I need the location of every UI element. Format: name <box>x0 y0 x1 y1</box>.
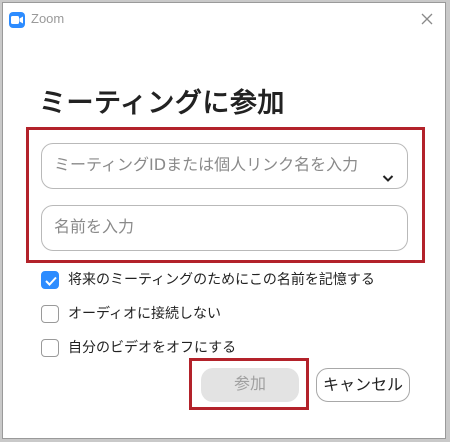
chevron-down-icon[interactable] <box>381 159 395 182</box>
zoom-app-icon <box>9 12 25 28</box>
video-off-label: 自分のビデオをオフにする <box>68 340 237 356</box>
name-placeholder: 名前を入力 <box>54 217 135 236</box>
close-icon[interactable] <box>419 11 435 27</box>
checkmark-icon <box>45 276 57 286</box>
remember-name-label: 将来のミーティングのためにこの名前を記憶する <box>68 272 375 288</box>
remember-name-checkbox[interactable] <box>41 271 59 289</box>
meeting-id-input[interactable]: ミーティングIDまたは個人リンク名を入力 <box>41 143 408 189</box>
video-off-checkbox[interactable] <box>41 339 59 357</box>
meeting-id-placeholder: ミーティングIDまたは個人リンク名を入力 <box>54 155 359 174</box>
no-audio-checkbox[interactable] <box>41 305 59 323</box>
dialog-heading: ミーティングに参加 <box>39 88 285 119</box>
cancel-button[interactable]: キャンセル <box>316 368 410 402</box>
no-audio-label: オーディオに接続しない <box>68 306 222 322</box>
window-title: Zoom <box>31 11 65 26</box>
name-input[interactable]: 名前を入力 <box>41 205 408 251</box>
zoom-join-window: Zoom ミーティングに参加 ミーティングIDまたは個人リンク名を入力 名前を入… <box>2 2 446 439</box>
join-button[interactable]: 参加 <box>201 368 299 402</box>
title-bar: Zoom <box>3 3 445 35</box>
